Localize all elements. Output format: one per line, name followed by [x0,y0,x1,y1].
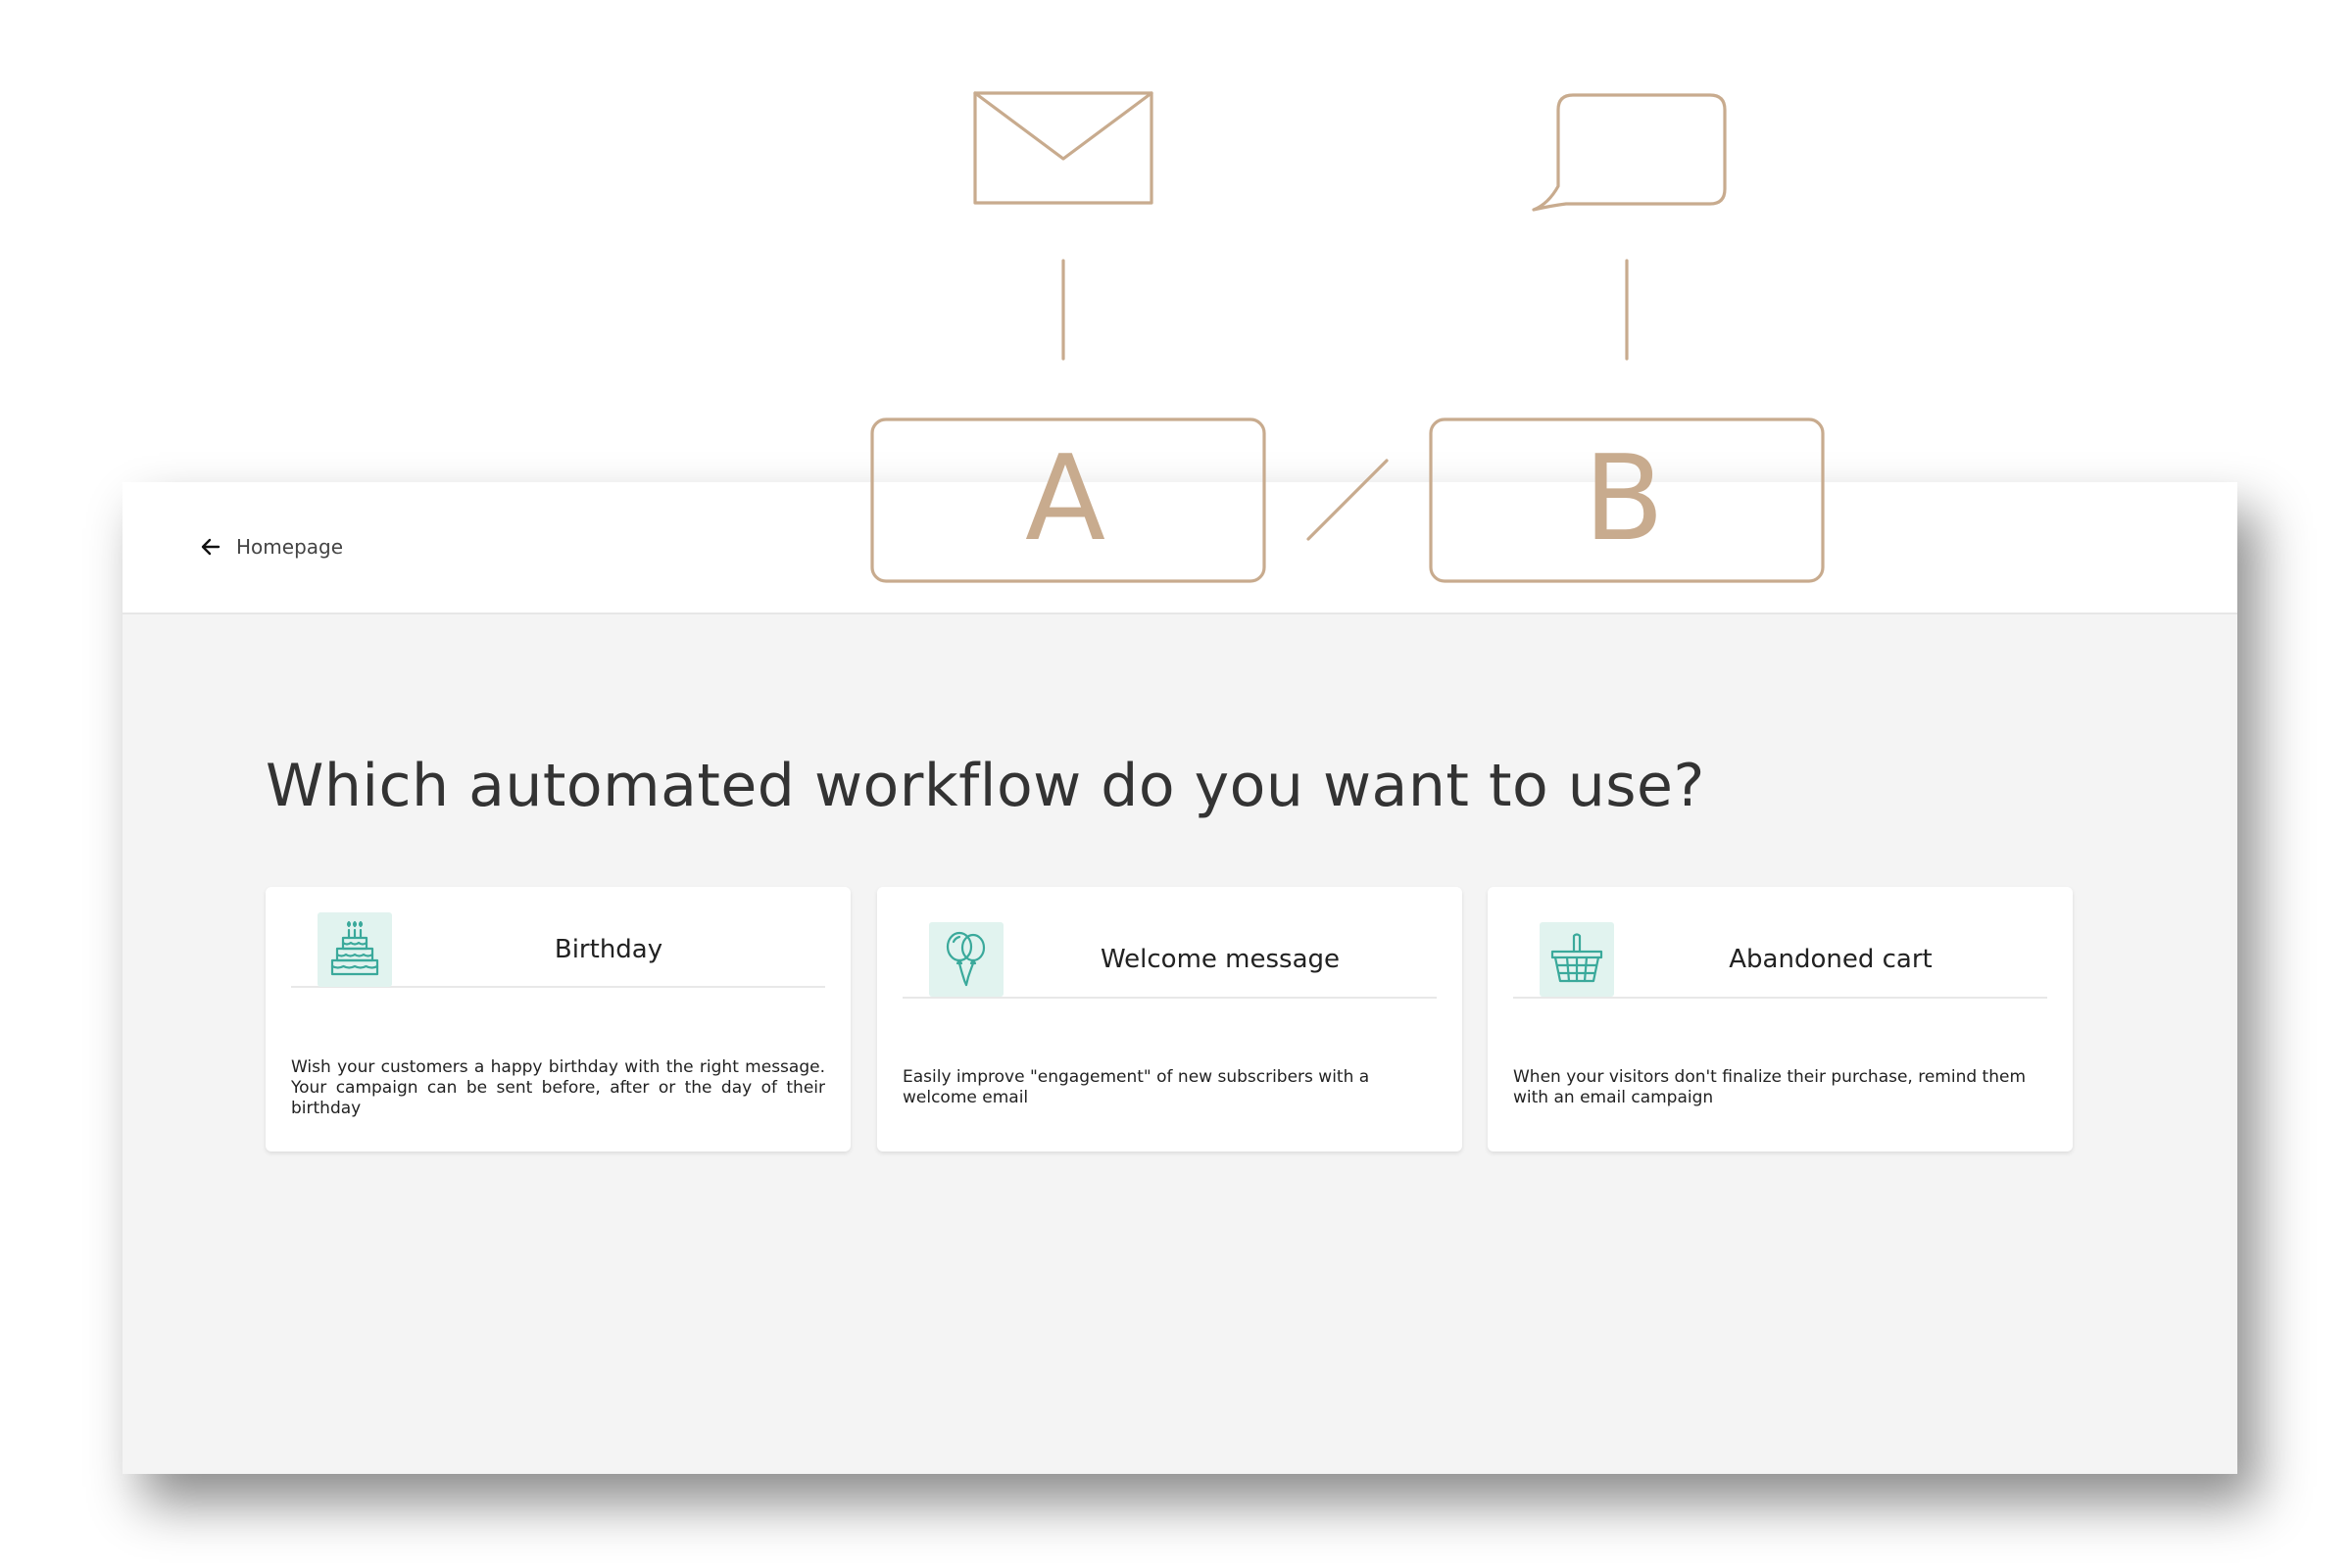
shopping-basket-icon [1540,922,1614,997]
card-description: Wish your customers a happy birthday wit… [291,1057,825,1118]
arrow-left-icon [199,535,222,559]
card-description: When your visitors don't finalize their … [1513,1067,2027,1107]
balloons-icon [929,922,1004,997]
page-title: Which automated workflow do you want to … [266,752,1705,820]
workflow-card-abandoned-cart[interactable]: Abandoned cart When your visitors don't … [1488,887,2073,1152]
chat-bubble-icon [1532,93,1727,212]
top-bar: Homepage [122,482,2237,614]
workflow-card-birthday[interactable]: Birthday Wish your customers a happy bir… [266,887,851,1152]
card-description: Easily improve "engagement" of new subsc… [903,1067,1370,1107]
card-header: Welcome message [903,922,1437,999]
envelope-icon [973,91,1153,205]
homepage-back-link[interactable]: Homepage [199,527,343,566]
stage: Homepage Which automated workflow do you… [0,0,2352,1568]
birthday-cake-icon [318,912,392,987]
card-title: Welcome message [1100,945,1341,974]
homepage-label: Homepage [236,535,344,559]
card-title: Birthday [554,935,663,964]
card-header: Birthday [291,912,825,988]
card-header: Abandoned cart [1513,922,2047,999]
workflow-card-welcome-message[interactable]: Welcome message Easily improve "engageme… [877,887,1462,1152]
app-window: Homepage Which automated workflow do you… [122,482,2237,1474]
card-title: Abandoned cart [1729,945,1933,974]
